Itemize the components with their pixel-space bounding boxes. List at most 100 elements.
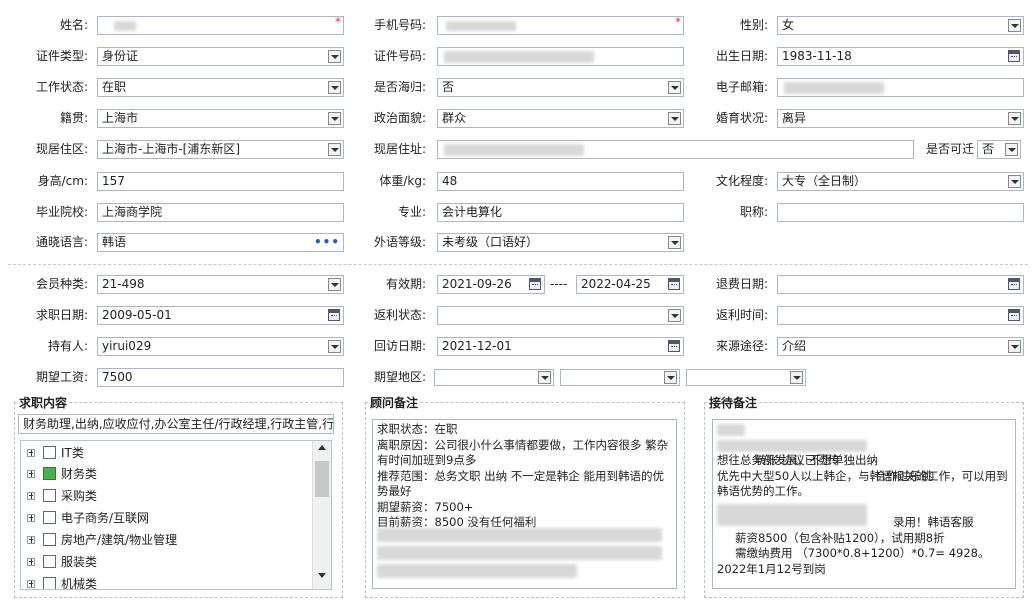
- foreign-select[interactable]: 未考级（口语好）: [437, 233, 684, 252]
- gender-select[interactable]: 女: [777, 16, 1024, 35]
- holder-select[interactable]: yirui029: [97, 337, 344, 356]
- relocate-select[interactable]: 否: [977, 140, 1021, 159]
- redacted-text: [377, 546, 662, 560]
- marital-select[interactable]: 离异: [777, 109, 1024, 128]
- refund-date-field[interactable]: [777, 275, 1024, 294]
- scrollbar-thumb[interactable]: [315, 461, 329, 497]
- job-summary-value: 财务助理,出纳,应收应付,办公室主任/行政经理,行政主管,行: [23, 417, 334, 431]
- advisor-notes-textarea[interactable]: 求职状态：在职 离职原因：公司很小什么事情都要做，工作内容很多 繁杂 有时间加班…: [372, 419, 677, 589]
- phone-field[interactable]: *: [437, 16, 684, 35]
- redacted-name: [114, 21, 136, 31]
- chevron-down-icon[interactable]: [328, 340, 341, 353]
- name-field[interactable]: *: [97, 16, 344, 35]
- chevron-down-icon[interactable]: [328, 143, 341, 156]
- calendar-icon[interactable]: [668, 340, 680, 352]
- chevron-down-icon[interactable]: [538, 371, 551, 384]
- political-select[interactable]: 群众: [437, 109, 684, 128]
- chevron-down-icon[interactable]: [328, 278, 341, 291]
- more-dots-icon[interactable]: •••: [314, 234, 340, 251]
- expand-plus-icon[interactable]: [27, 536, 35, 544]
- chevron-down-icon[interactable]: [790, 371, 803, 384]
- reception-notes-title: 接待备注: [707, 394, 760, 411]
- chevron-down-icon[interactable]: [1008, 112, 1021, 125]
- school-label: 毕业院校:: [35, 205, 88, 219]
- workstatus-value: 在职: [102, 80, 127, 94]
- scroll-down-icon[interactable]: [318, 573, 326, 578]
- chevron-down-icon[interactable]: [668, 236, 681, 249]
- jobdate-value: 2009-05-01: [102, 308, 172, 322]
- calendar-icon[interactable]: [328, 309, 340, 321]
- jobdate-field[interactable]: 2009-05-01: [97, 306, 344, 325]
- rebate-status-select[interactable]: [437, 306, 684, 325]
- birth-date-field[interactable]: 1983-11-18: [777, 47, 1024, 66]
- expand-plus-icon[interactable]: [27, 558, 35, 566]
- reception-notes-textarea[interactable]: 转账 协议已回传 合作过乐跳 想往总务部发展，不想单独出纳 优先中大型50人以上…: [712, 419, 1016, 589]
- checkbox[interactable]: [43, 577, 56, 589]
- expand-plus-icon[interactable]: [27, 514, 35, 522]
- valid-from-field[interactable]: 2021-09-26: [437, 275, 545, 294]
- workstatus-select[interactable]: 在职: [97, 78, 344, 97]
- edu-select[interactable]: 大专（全日制）: [777, 172, 1024, 191]
- region-district-select[interactable]: [686, 369, 806, 386]
- checkbox-checked[interactable]: [43, 467, 56, 480]
- chevron-down-icon[interactable]: [1008, 19, 1021, 32]
- addr-field[interactable]: [437, 140, 914, 159]
- checkbox[interactable]: [43, 446, 56, 459]
- lang-field[interactable]: 韩语 •••: [97, 233, 344, 252]
- relocate-label: 是否可迁: [925, 142, 974, 156]
- calendar-icon[interactable]: [668, 278, 680, 290]
- valid-to-field[interactable]: 2022-04-25: [576, 275, 684, 294]
- chevron-down-icon[interactable]: [328, 112, 341, 125]
- chevron-down-icon[interactable]: [328, 50, 341, 63]
- member-type-select[interactable]: 21-498: [97, 275, 344, 294]
- chevron-down-icon[interactable]: [1005, 143, 1018, 156]
- idtype-select[interactable]: 身份证: [97, 47, 344, 66]
- chevron-down-icon[interactable]: [664, 371, 677, 384]
- height-field[interactable]: 157: [97, 172, 344, 191]
- salary-field[interactable]: 7500: [97, 368, 344, 387]
- visit-date-field[interactable]: 2021-12-01: [437, 337, 684, 356]
- chevron-down-icon[interactable]: [1008, 340, 1021, 353]
- chevron-down-icon[interactable]: [668, 81, 681, 94]
- job-category-tree[interactable]: IT类 财务类 采购类 电子商务/互联网 房地产/建筑/物业管理 服装类 机械类: [20, 440, 332, 590]
- scrollbar[interactable]: [312, 441, 331, 589]
- calendar-icon[interactable]: [1008, 309, 1020, 321]
- marital-label: 婚育状况:: [715, 111, 768, 125]
- region-city-select[interactable]: [560, 369, 680, 386]
- expand-plus-icon[interactable]: [27, 449, 35, 457]
- rebate-time-field[interactable]: [777, 306, 1024, 325]
- idno-field[interactable]: [437, 47, 684, 66]
- calendar-icon[interactable]: [1008, 50, 1020, 62]
- returnee-select[interactable]: 否: [437, 78, 684, 97]
- reception-line: 合作过乐跳: [717, 438, 1011, 483]
- checkbox[interactable]: [43, 511, 56, 524]
- source-select[interactable]: 介绍: [777, 337, 1024, 356]
- region-province-select[interactable]: [434, 369, 554, 386]
- job-summary-field[interactable]: 财务助理,出纳,应收应付,办公室主任/行政经理,行政主管,行: [18, 414, 334, 434]
- chevron-down-icon[interactable]: [668, 112, 681, 125]
- chevron-down-icon[interactable]: [1008, 175, 1021, 188]
- calendar-icon[interactable]: [1008, 278, 1020, 290]
- weight-field[interactable]: 48: [437, 172, 684, 191]
- birth-value: 1983-11-18: [782, 49, 852, 63]
- checkbox[interactable]: [43, 489, 56, 502]
- area-select[interactable]: 上海市-上海市-[浦东新区]: [97, 140, 344, 159]
- reception-text: 转账 协议已回传: [755, 453, 840, 467]
- weight-label: 体重/kg:: [379, 174, 426, 188]
- member-type-value: 21-498: [102, 277, 145, 291]
- title-field[interactable]: [777, 203, 1024, 222]
- scroll-up-icon[interactable]: [318, 445, 326, 450]
- expand-plus-icon[interactable]: [27, 492, 35, 500]
- expand-plus-icon[interactable]: [27, 580, 35, 588]
- checkbox[interactable]: [43, 533, 56, 546]
- expand-plus-icon[interactable]: [27, 470, 35, 478]
- checkbox[interactable]: [43, 555, 56, 568]
- email-field[interactable]: [777, 78, 1024, 97]
- major-field[interactable]: 会计电算化: [437, 203, 684, 222]
- native-select[interactable]: 上海市: [97, 109, 344, 128]
- chevron-down-icon[interactable]: [328, 81, 341, 94]
- calendar-icon[interactable]: [529, 278, 541, 290]
- chevron-down-icon[interactable]: [668, 309, 681, 322]
- area-label: 现居住区:: [35, 142, 88, 156]
- school-field[interactable]: 上海商学院: [97, 203, 344, 222]
